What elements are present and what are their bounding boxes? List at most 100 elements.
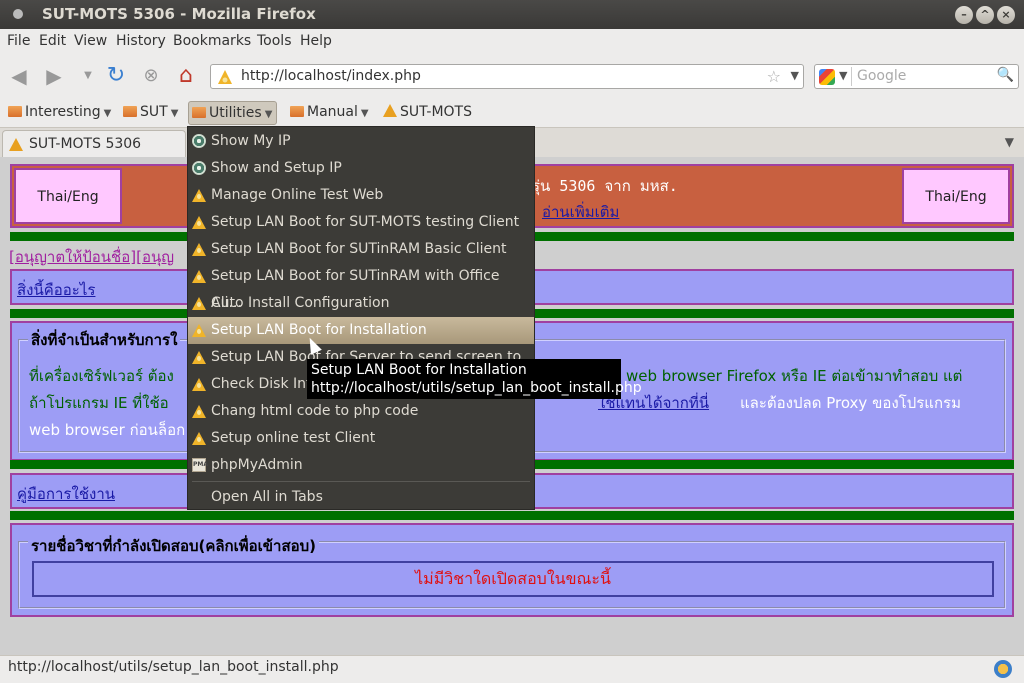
menu-edit[interactable]: Edit bbox=[39, 33, 66, 49]
warning-triangle-icon bbox=[192, 189, 206, 202]
menu-item-lan-boot-installation[interactable]: Setup LAN Boot for Installation bbox=[188, 317, 534, 344]
thai-eng-toggle-left[interactable]: Thai/Eng bbox=[14, 168, 122, 224]
bookmark-sut-mots[interactable]: SUT-MOTS bbox=[380, 101, 476, 125]
warning-triangle-icon bbox=[192, 270, 206, 283]
folder-icon bbox=[290, 106, 304, 117]
search-icon[interactable]: 🔍 bbox=[997, 67, 1014, 83]
bookmark-folder-utilities[interactable]: Utilities ▼ bbox=[188, 101, 278, 125]
menu-item-lan-boot-sutinram-office[interactable]: Setup LAN Boot for SUTinRAM with Office … bbox=[188, 263, 534, 311]
requirements-line3: web browser ก่อนล็อก bbox=[29, 421, 186, 439]
chevron-down-icon: ▼ bbox=[170, 108, 179, 119]
utilities-dropdown-menu: Show My IP Show and Setup IP Manage Onli… bbox=[187, 126, 535, 510]
thai-eng-toggle-right[interactable]: Thai/Eng bbox=[902, 168, 1010, 224]
menu-item-label: Setup LAN Boot for Installation bbox=[211, 322, 427, 338]
search-separator bbox=[851, 67, 852, 86]
folder-icon bbox=[123, 106, 137, 117]
divider-bar bbox=[10, 511, 1014, 520]
menu-item-manage-online-test[interactable]: Manage Online Test Web bbox=[188, 182, 534, 209]
menu-item-label: Auto Install Configuration bbox=[211, 295, 390, 311]
header-text: รุ่น 5306 จาก มหส. bbox=[532, 177, 678, 195]
no-course-message: ไม่มีวิชาใดเปิดสอบในขณะนี้ bbox=[32, 561, 994, 597]
menu-item-label: Check Disk Int bbox=[211, 376, 312, 392]
bookmark-folder-sut[interactable]: SUT ▼ bbox=[120, 101, 182, 125]
menu-item-setup-online-test[interactable]: Setup online test Client bbox=[188, 425, 534, 452]
menu-item-open-all-tabs[interactable]: Open All in Tabs bbox=[188, 484, 534, 511]
menu-item-html-to-php[interactable]: Chang html code to php code bbox=[188, 398, 534, 425]
warning-triangle-icon bbox=[192, 378, 206, 391]
stop-icon[interactable]: ⊗ bbox=[139, 64, 163, 88]
url-text: http://localhost/index.php bbox=[241, 68, 421, 84]
maximize-button[interactable]: ^ bbox=[976, 6, 994, 24]
menu-item-label: Open All in Tabs bbox=[211, 489, 323, 505]
reload-icon[interactable]: ↻ bbox=[104, 64, 128, 88]
title-bar: SUT-MOTS 5306 - Mozilla Firefox – ^ × bbox=[0, 0, 1024, 29]
bookmark-label: Utilities bbox=[209, 105, 262, 121]
requirements-line2-b: และต้องปลด Proxy ของโปรแกรม bbox=[740, 394, 961, 412]
forward-arrow-icon[interactable]: ▶ bbox=[42, 64, 66, 88]
requirements-line1-a: ที่เครื่องเซิร์ฟเวอร์ ต้อง bbox=[29, 367, 174, 385]
menu-bar: File Edit View History Bookmarks Tools H… bbox=[0, 29, 1024, 54]
url-dropdown-icon[interactable]: ▼ bbox=[791, 69, 799, 82]
list-all-tabs-icon[interactable]: ▼ bbox=[1005, 135, 1014, 149]
menu-file[interactable]: File bbox=[7, 33, 30, 49]
menu-view[interactable]: View bbox=[74, 33, 107, 49]
read-more-link[interactable]: อ่านเพิ่มเติม bbox=[542, 200, 619, 224]
menu-item-label: Show My IP bbox=[211, 133, 291, 149]
chevron-down-icon: ▼ bbox=[103, 108, 112, 119]
menu-item-show-setup-ip[interactable]: Show and Setup IP bbox=[188, 155, 534, 182]
requirements-legend: สิ่งที่จำเป็นสำหรับการใ bbox=[28, 328, 181, 352]
warning-triangle-icon bbox=[192, 324, 206, 337]
bookmark-star-icon[interactable]: ☆ bbox=[767, 67, 781, 86]
what-is-this-link[interactable]: สิ่งนี้คืออะไร bbox=[17, 278, 95, 302]
status-addon-icon[interactable] bbox=[994, 660, 1012, 678]
phpmyadmin-icon: PMA bbox=[192, 458, 208, 472]
requirements-line1-b: web browser Firefox หรือ IE ต่อเข้ามาทำส… bbox=[626, 367, 963, 385]
menu-bookmarks[interactable]: Bookmarks bbox=[173, 33, 251, 49]
menu-item-label: Setup online test Client bbox=[211, 430, 376, 446]
menu-separator bbox=[192, 481, 530, 482]
folder-icon bbox=[8, 106, 22, 117]
chevron-down-icon: ▼ bbox=[360, 108, 369, 119]
bookmark-label: Interesting bbox=[25, 104, 101, 120]
permit-links[interactable]: [อนุญาตให้ป้อนชื่อ][อนุญ bbox=[9, 245, 174, 269]
url-bar[interactable]: http://localhost/index.php ☆ ▼ bbox=[210, 64, 804, 89]
home-icon[interactable]: ⌂ bbox=[174, 64, 198, 88]
menu-item-auto-install-config[interactable]: Auto Install Configuration bbox=[188, 290, 534, 317]
history-dropdown-icon[interactable]: ▼ bbox=[76, 64, 100, 88]
warning-triangle-icon bbox=[192, 405, 206, 418]
bookmarks-toolbar: Interesting ▼ SUT ▼ Utilities ▼ Manual ▼ SUT… bbox=[0, 97, 1024, 127]
bookmark-folder-interesting[interactable]: Interesting ▼ bbox=[5, 101, 115, 125]
network-icon bbox=[192, 161, 206, 175]
menu-item-label: phpMyAdmin bbox=[211, 457, 303, 473]
minimize-button[interactable]: – bbox=[955, 6, 973, 24]
menu-help[interactable]: Help bbox=[300, 33, 332, 49]
navigation-toolbar: ◀ ▶ ▼ ↻ ⊗ ⌂ http://localhost/index.php ☆… bbox=[0, 54, 1024, 97]
back-arrow-icon[interactable]: ◀ bbox=[7, 64, 31, 88]
courses-box: รายชื่อวิชาที่กำลังเปิดสอบ(คลิกเพื่อเข้า… bbox=[10, 523, 1014, 617]
menu-item-lan-boot-sut-mots[interactable]: Setup LAN Boot for SUT-MOTS testing Clie… bbox=[188, 209, 534, 236]
menu-item-label: Show and Setup IP bbox=[211, 160, 342, 176]
warning-triangle-icon bbox=[192, 216, 206, 229]
close-button[interactable]: × bbox=[997, 6, 1015, 24]
menu-item-show-my-ip[interactable]: Show My IP bbox=[188, 128, 534, 155]
bookmark-folder-manual[interactable]: Manual ▼ bbox=[287, 101, 373, 125]
tooltip-url: http://localhost/utils/setup_lan_boot_in… bbox=[311, 380, 642, 396]
manual-link[interactable]: คู่มือการใช้งาน bbox=[17, 482, 115, 506]
tab-favicon-icon bbox=[9, 138, 23, 151]
menu-item-lan-boot-sutinram-basic[interactable]: Setup LAN Boot for SUTinRAM Basic Client bbox=[188, 236, 534, 263]
bookmark-label: SUT-MOTS bbox=[400, 104, 472, 120]
network-icon bbox=[192, 134, 206, 148]
window-menu-icon[interactable] bbox=[13, 9, 23, 19]
warning-triangle-icon bbox=[192, 432, 206, 445]
bookmark-label: SUT bbox=[140, 104, 168, 120]
menu-tools[interactable]: Tools bbox=[257, 33, 292, 49]
chevron-down-icon: ▼ bbox=[264, 109, 273, 120]
bookmark-label: Manual bbox=[307, 104, 358, 120]
menu-item-phpmyadmin[interactable]: PMA phpMyAdmin bbox=[188, 452, 534, 479]
tab-sut-mots[interactable]: SUT-MOTS 5306 bbox=[2, 130, 186, 158]
google-engine-icon[interactable] bbox=[819, 69, 835, 85]
site-favicon-icon bbox=[218, 70, 232, 84]
search-bar[interactable]: ▼ Google 🔍 bbox=[814, 64, 1019, 89]
engine-dropdown-icon[interactable]: ▼ bbox=[839, 69, 847, 82]
menu-history[interactable]: History bbox=[116, 33, 166, 49]
